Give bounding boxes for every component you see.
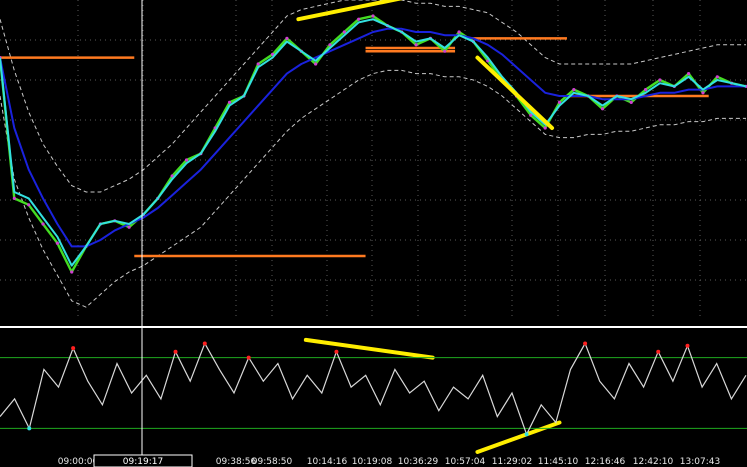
time-axis-label: 11:29:02 (492, 457, 532, 467)
time-axis-label: 13:07:43 (680, 457, 720, 467)
time-axis-label: 09:58:50 (252, 457, 293, 467)
price-point (256, 62, 260, 66)
time-axis-label: 12:16:46 (585, 457, 626, 467)
oscillator-extreme-point (173, 349, 178, 354)
oscillator-extreme-point (685, 343, 690, 348)
price-point (55, 241, 59, 245)
price-point (572, 88, 576, 92)
price-point (12, 196, 16, 200)
price-point (184, 158, 189, 162)
price-point (543, 126, 547, 130)
price-point (457, 30, 461, 34)
price-point (643, 88, 648, 92)
time-axis-label: 10:14:16 (307, 457, 348, 467)
price-point (70, 270, 74, 274)
price-point (357, 17, 361, 21)
price-point (687, 72, 691, 76)
price-point (227, 100, 232, 104)
price-point (314, 62, 318, 66)
oscillator-extreme-point (334, 349, 339, 354)
price-point (600, 107, 605, 111)
oscillator-extreme-point (656, 349, 661, 354)
price-point (629, 100, 633, 104)
chart-background (0, 0, 747, 467)
oscillator-extreme-point (27, 426, 32, 431)
trading-chart[interactable]: 09:00:00 09:38:5609:58:50 10:14:16 10:19:08… (0, 0, 747, 467)
oscillator-extreme-point (583, 341, 588, 346)
cursor-time-text: 09:19:17 (123, 457, 163, 467)
price-point (443, 49, 447, 53)
oscillator-extreme-point (524, 432, 529, 437)
time-axis-label: 10:36:29 (398, 457, 439, 467)
oscillator-extreme-point (71, 346, 76, 351)
price-point (127, 225, 131, 229)
price-point (658, 78, 662, 82)
time-axis-label: 11:45:10 (538, 457, 579, 467)
time-axis-label: 12:42:10 (633, 457, 674, 467)
oscillator-extreme-point (246, 355, 251, 360)
time-axis-label: 10:57:04 (445, 457, 486, 467)
time-axis-label: 09:38:56 (216, 457, 257, 467)
price-point (701, 91, 705, 95)
price-point (27, 203, 31, 207)
cursor-time-label: 09:19:17 (93, 454, 193, 467)
time-axis-label: 10:19:08 (352, 457, 393, 467)
price-point (371, 14, 375, 18)
time-axis-label: 09:00:00 (58, 457, 99, 467)
oscillator-extreme-point (202, 341, 207, 346)
price-point (715, 75, 719, 79)
price-point (285, 36, 289, 41)
price-point (414, 43, 418, 47)
price-point (41, 222, 45, 226)
